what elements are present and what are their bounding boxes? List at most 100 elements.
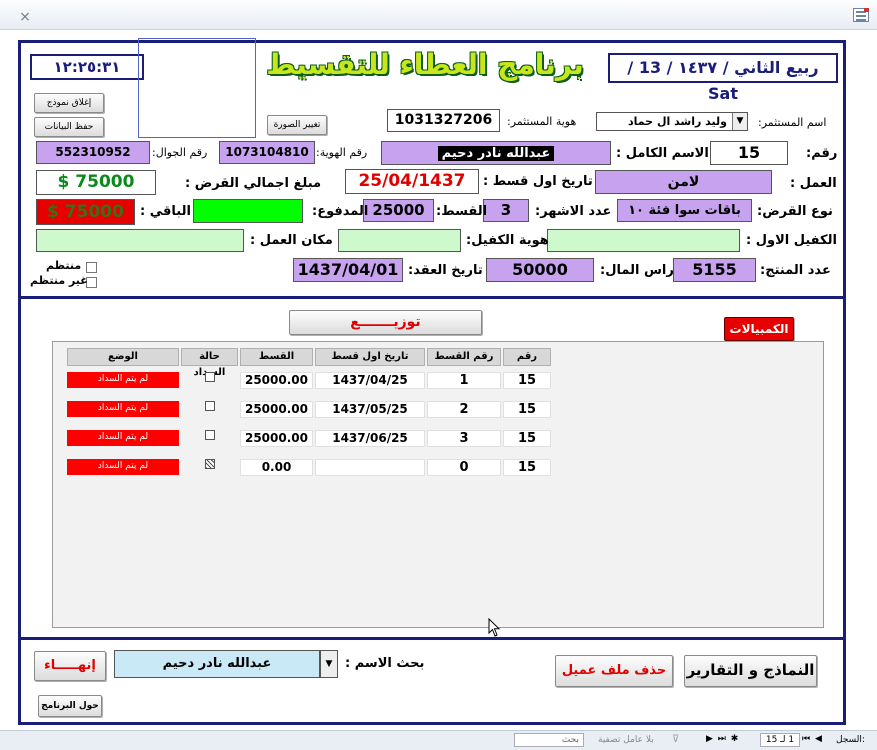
chevron-down-icon[interactable]: ▼ — [732, 113, 747, 130]
delete-client-button[interactable]: حذف ملف عميل — [555, 655, 673, 687]
cell-number[interactable]: 15 — [503, 401, 551, 418]
search-name-select[interactable]: عبدالله نادر دحيم — [114, 650, 320, 678]
product-count-field[interactable]: 5155 — [673, 258, 756, 282]
months-field[interactable]: 3 — [483, 199, 529, 222]
change-photo-button[interactable]: تغيير الصورة — [267, 115, 327, 135]
number-field[interactable]: 15 — [710, 141, 788, 165]
search-name-label: بحث الاسم : — [345, 656, 425, 671]
investor-label: اسم المستثمر: — [758, 116, 827, 129]
workplace-field[interactable] — [36, 229, 244, 252]
investor-select[interactable]: وليد راشد ال حماد — [596, 112, 748, 131]
first-installment-label: تاريخ اول قسط : — [483, 174, 593, 189]
guarantor-id-field[interactable] — [338, 229, 461, 252]
months-label: عدد الاشهر: — [535, 204, 612, 219]
search-box[interactable]: بحث — [514, 733, 584, 747]
loan-type-label: نوع القرض: — [757, 204, 833, 219]
paid-label: المدفوع: — [312, 204, 369, 219]
number-label: رقم: — [806, 146, 838, 161]
save-data-button[interactable]: حفظ البيانات — [34, 117, 104, 137]
close-icon[interactable]: ⨯ — [18, 10, 32, 24]
cell-installment-no[interactable]: 2 — [427, 401, 501, 418]
fullname-field[interactable]: عبدالله نادر دحيم — [381, 141, 611, 165]
status-badge: لم يتم السداد — [67, 430, 179, 446]
chevron-down-icon[interactable]: ▼ — [320, 650, 338, 678]
cell-date[interactable]: 1437/05/25 — [315, 401, 425, 418]
col-header-number[interactable]: رقم — [503, 348, 551, 366]
fullname-text: عبدالله نادر دحيم — [437, 146, 555, 161]
cell-installment-no[interactable]: 3 — [427, 430, 501, 447]
exit-button[interactable]: إنهـــــاء — [34, 651, 106, 681]
record-label: السجل: — [836, 735, 865, 745]
guarantor-label: الكفيل الاول : — [746, 233, 837, 248]
first-installment-field[interactable]: 25/04/1437 — [345, 169, 479, 194]
regular-checkbox[interactable] — [86, 262, 97, 273]
total-field[interactable]: $ 75000 — [36, 170, 156, 195]
col-header-installment-no[interactable]: رقم القسط — [427, 348, 501, 366]
filter-icon: ⊽ — [672, 734, 680, 745]
col-header-paid[interactable]: حالة السداد — [181, 348, 238, 378]
paid-checkbox[interactable] — [205, 401, 215, 411]
cell-amount[interactable]: 25000.00 — [240, 430, 313, 447]
col-header-status[interactable]: الوضع — [67, 348, 179, 366]
mobile-label: رقم الجوال: — [152, 146, 208, 159]
about-button[interactable]: حول البرنامج — [38, 695, 102, 717]
contract-date-label: تاريخ العقد: — [408, 263, 483, 278]
guarantor-field[interactable] — [547, 229, 740, 252]
paid-checkbox[interactable] — [205, 372, 215, 382]
mobile-field[interactable]: 552310952 — [36, 141, 150, 164]
cell-amount[interactable]: 25000.00 — [240, 401, 313, 418]
contract-date-field[interactable]: 1437/04/01 — [293, 258, 403, 282]
nav-next-last-icon[interactable]: ▶ ⏭ ✱ — [706, 734, 739, 744]
irregular-label: غير منتظم — [30, 274, 88, 287]
nav-first-prev-icon[interactable]: ⏮ ◀ — [802, 734, 823, 744]
cell-number[interactable]: 15 — [503, 459, 551, 476]
capital-label: راس المال: — [600, 263, 674, 278]
mouse-cursor-icon — [488, 618, 501, 637]
id-field[interactable]: 1073104810 — [219, 141, 315, 164]
cell-date[interactable] — [315, 459, 425, 476]
investor-id-field[interactable]: 1031327206 — [387, 109, 500, 132]
cell-date[interactable]: 1437/04/25 — [315, 372, 425, 389]
cell-amount[interactable]: 0.00 — [240, 459, 313, 476]
clock-display: ١٢:٢٥:٣١ — [30, 54, 144, 80]
installment-label: القسط: — [436, 204, 488, 219]
work-label: العمل : — [790, 176, 837, 191]
cell-date[interactable]: 1437/06/25 — [315, 430, 425, 447]
total-label: مبلغ اجمالي القرض : — [185, 176, 322, 191]
col-header-amount[interactable]: القسط — [240, 348, 313, 366]
cell-number[interactable]: 15 — [503, 430, 551, 447]
status-badge: لم يتم السداد — [67, 459, 179, 475]
close-form-button[interactable]: إغلاق نموذج — [34, 93, 104, 113]
distribute-button[interactable]: توزيـــــــع — [289, 310, 482, 335]
paid-checkbox[interactable] — [205, 430, 215, 440]
cell-amount[interactable]: 25000.00 — [240, 372, 313, 389]
date-display: ربيع الثاني / ١٤٣٧ / 13 / Sat — [608, 53, 838, 103]
cell-installment-no[interactable]: 1 — [427, 372, 501, 389]
remaining-field[interactable]: $ 75000 — [36, 199, 135, 225]
id-label: رقم الهوية: — [316, 146, 368, 159]
bills-button[interactable]: الكمبيالات — [724, 317, 794, 341]
workplace-label: مكان العمل : — [250, 233, 333, 248]
no-filter-label[interactable]: بلا عامل تصفية — [598, 735, 654, 745]
capital-field[interactable]: 50000 — [486, 258, 594, 282]
app-title: برنامج العطاء للتقسيط — [266, 48, 584, 81]
photo-frame — [138, 38, 256, 138]
installment-field[interactable]: 25000 — [363, 199, 434, 222]
divider-bottom — [18, 637, 846, 640]
record-number-field[interactable]: 1 لـ 15 — [760, 733, 800, 747]
record-navigation-bar — [0, 730, 877, 750]
col-header-first-date[interactable]: تاريخ اول قسط — [315, 348, 425, 366]
paid-checkbox[interactable] — [205, 459, 215, 469]
cell-installment-no[interactable]: 0 — [427, 459, 501, 476]
loan-type-field[interactable]: باقات سوا فئة ١٠ — [617, 199, 752, 222]
divider-top — [18, 296, 846, 299]
reports-button[interactable]: النماذج و التقارير — [684, 655, 817, 687]
cell-number[interactable]: 15 — [503, 372, 551, 389]
product-count-label: عدد المنتج: — [760, 263, 831, 278]
paid-field[interactable] — [193, 199, 303, 223]
form-view-icon[interactable] — [853, 8, 869, 22]
remaining-label: الباقي : — [140, 204, 191, 219]
investor-id-label: هوية المستثمر: — [507, 115, 577, 128]
work-field[interactable]: لامن — [595, 170, 772, 194]
regular-label: منتظم — [46, 259, 82, 272]
